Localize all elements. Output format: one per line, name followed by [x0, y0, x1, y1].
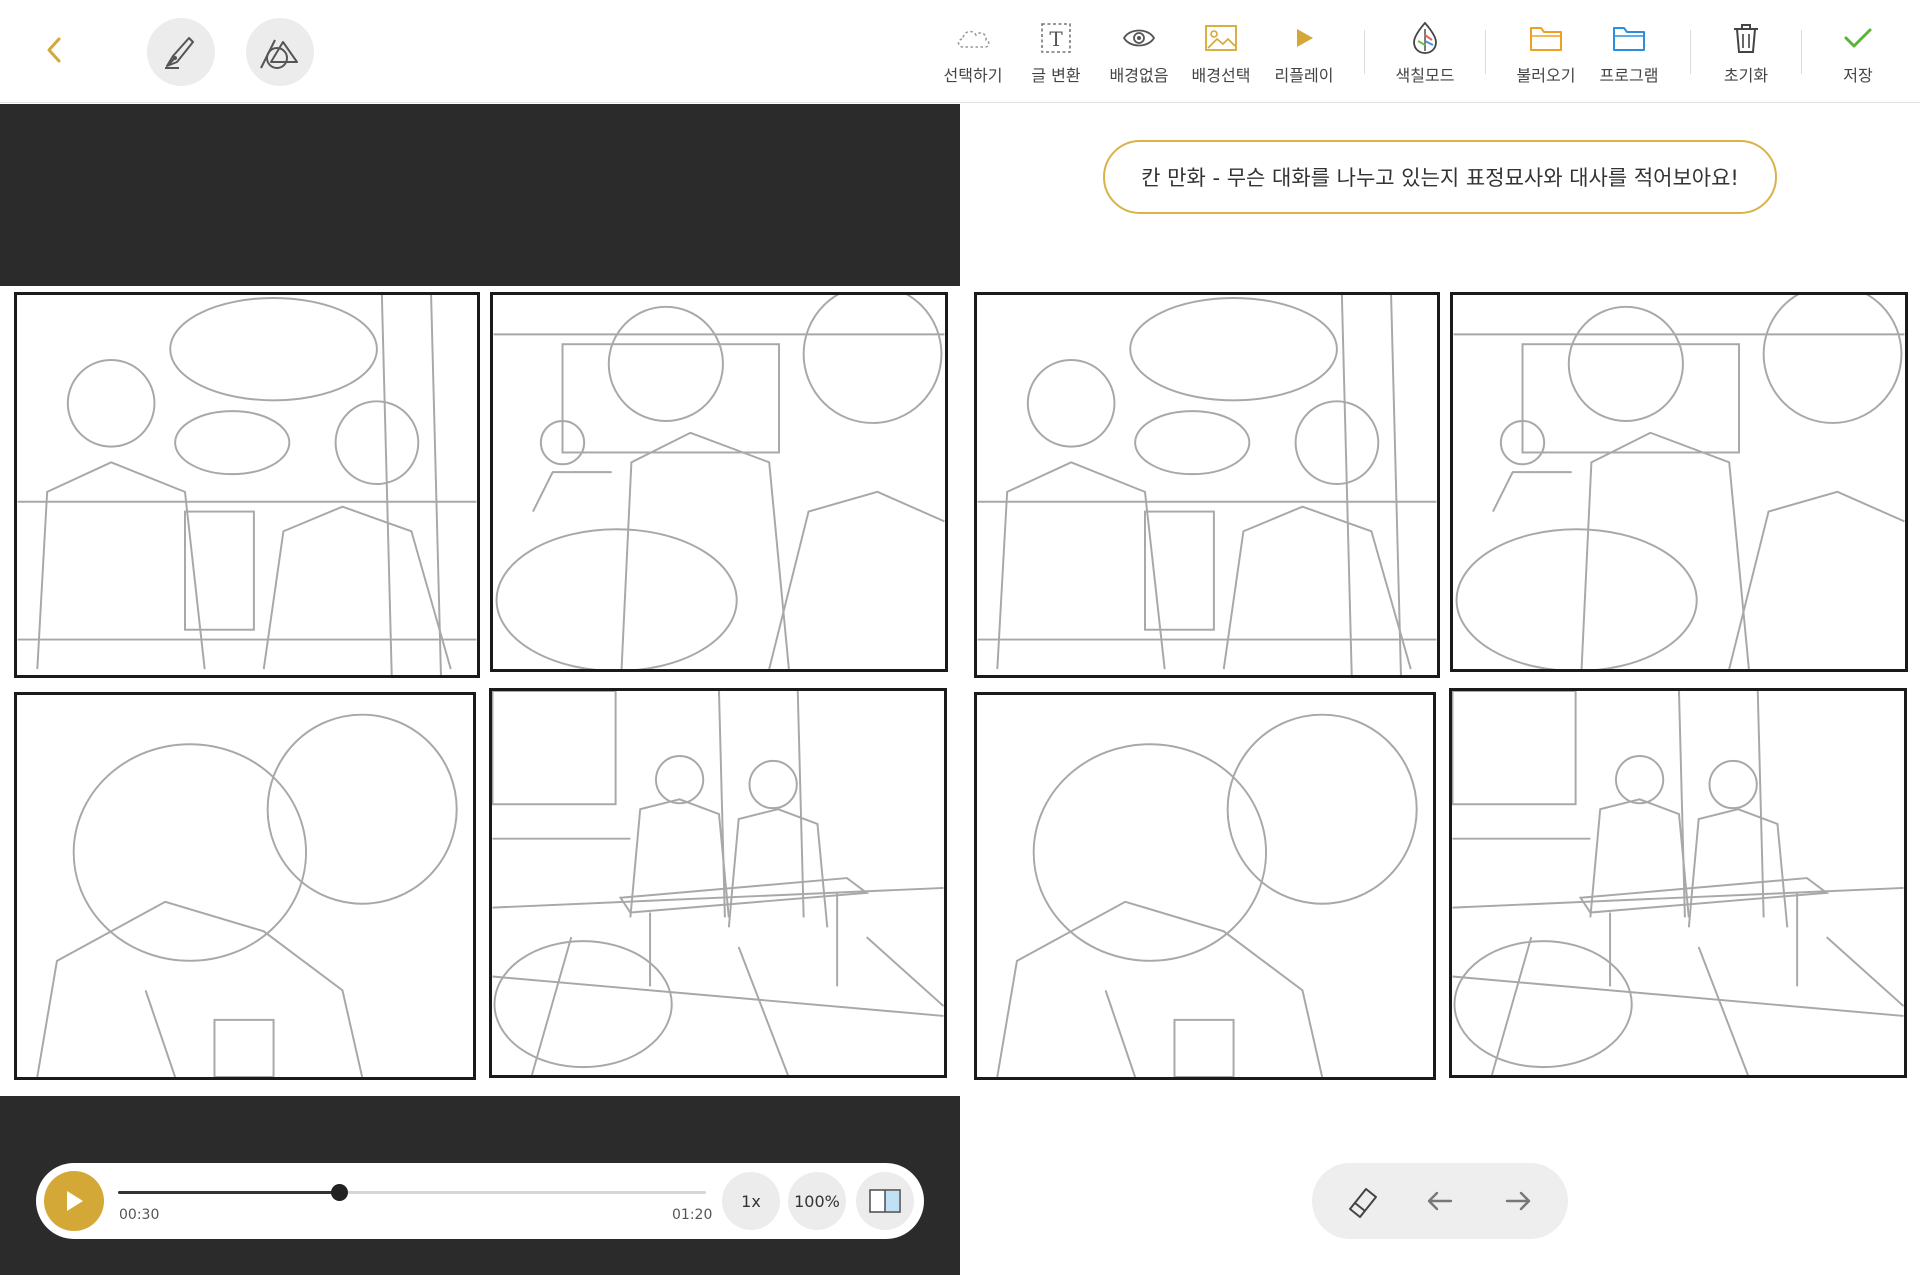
color-mode-tool[interactable]: 색칠모드	[1387, 20, 1463, 90]
select-tool-label: 선택하기	[943, 66, 1003, 85]
text-convert-tool[interactable]: T 글 변환	[1018, 20, 1094, 90]
redo-button[interactable]	[1496, 1179, 1540, 1223]
prompt-banner: 칸 만화 - 무슨 대화를 나누고 있는지 표정묘사와 대사를 적어보아요!	[1103, 140, 1777, 214]
replay-tool[interactable]: 리플레이	[1266, 20, 1342, 90]
save-tool[interactable]: 저장	[1820, 20, 1896, 90]
replay-player: 00:30 01:20 1x 100%	[36, 1163, 924, 1239]
replay-comic-sheet	[0, 286, 960, 1096]
text-box-icon: T	[1041, 23, 1071, 53]
text-convert-label: 글 변환	[1031, 66, 1081, 85]
canvas-panel-2[interactable]	[1450, 292, 1908, 672]
panel-drawing	[977, 295, 1437, 675]
shape-tool-button[interactable]	[246, 18, 314, 86]
eye-icon	[1122, 29, 1156, 47]
load-tool[interactable]: 불러오기	[1508, 20, 1584, 90]
arrow-left-icon	[1427, 1191, 1453, 1211]
folder-orange-icon	[1530, 27, 1562, 51]
arrow-right-icon	[1505, 1191, 1531, 1211]
split-view-icon	[869, 1189, 901, 1213]
play-triangle-icon	[1297, 29, 1313, 47]
panel-drawing	[1453, 295, 1905, 669]
background-select-tool[interactable]: 배경선택	[1183, 20, 1259, 90]
eraser-icon	[1349, 1188, 1377, 1218]
prompt-text: 칸 만화 - 무슨 대화를 나누고 있는지 표정묘사와 대사를 적어보아요!	[1141, 166, 1739, 190]
chevron-left-icon	[47, 37, 61, 63]
color-mode-label: 색칠모드	[1395, 66, 1455, 85]
color-drop-icon	[1413, 21, 1437, 54]
image-icon	[1205, 25, 1237, 51]
edit-controls	[1312, 1163, 1568, 1239]
panel-drawing	[996, 713, 1418, 1077]
save-label: 저장	[1843, 66, 1873, 85]
pen-tool-button[interactable]	[147, 18, 215, 86]
panel-drawing	[493, 295, 945, 669]
back-button[interactable]	[34, 30, 74, 70]
toolbar-divider	[1364, 30, 1365, 74]
replay-label: 리플레이	[1274, 66, 1334, 85]
panel-drawing	[1452, 691, 1904, 1075]
no-background-tool[interactable]: 배경없음	[1101, 20, 1177, 90]
toolbar-divider	[1801, 30, 1802, 74]
current-time: 00:30	[119, 1207, 160, 1223]
no-background-label: 배경없음	[1109, 66, 1169, 85]
canvas-panel-3[interactable]	[974, 692, 1436, 1080]
comic-panel-4	[489, 688, 947, 1078]
progress-fill	[118, 1191, 339, 1194]
comic-panel-1	[14, 292, 480, 678]
folder-blue-icon	[1613, 27, 1645, 51]
canvas-panel-4[interactable]	[1449, 688, 1907, 1078]
toolbar-divider	[1485, 30, 1486, 74]
shapes-icon	[260, 39, 298, 69]
drawing-comic-sheet	[960, 286, 1920, 1096]
zoom-button[interactable]: 100%	[788, 1172, 846, 1230]
canvas-panel-1[interactable]	[974, 292, 1440, 678]
program-tool[interactable]: 프로그램	[1591, 20, 1667, 90]
select-tool[interactable]: 선택하기	[935, 20, 1011, 90]
panel-drawing	[17, 295, 477, 675]
layout-button[interactable]	[856, 1172, 914, 1230]
reset-tool[interactable]: 초기화	[1708, 20, 1784, 90]
panel-drawing	[36, 713, 458, 1077]
speed-button[interactable]: 1x	[722, 1172, 780, 1230]
eraser-button[interactable]	[1340, 1179, 1384, 1223]
reset-label: 초기화	[1723, 66, 1769, 85]
progress-knob[interactable]	[330, 1184, 348, 1201]
load-label: 불러오기	[1516, 66, 1576, 85]
background-select-label: 배경선택	[1191, 66, 1251, 85]
undo-button[interactable]	[1418, 1179, 1462, 1223]
comic-panel-3	[14, 692, 476, 1080]
total-time: 01:20	[672, 1207, 713, 1223]
top-toolbar: 선택하기 T 글 변환 배경없음 배경선택 리플레이 색칠모드 불러오기 프로그…	[0, 0, 1920, 103]
checkmark-icon	[1844, 28, 1872, 48]
toolbar-divider	[1690, 30, 1691, 74]
svg-text:T: T	[1049, 27, 1063, 51]
pen-nib-icon	[165, 37, 194, 69]
progress-track[interactable]	[118, 1184, 706, 1201]
program-label: 프로그램	[1599, 66, 1659, 85]
trash-icon	[1734, 24, 1758, 53]
play-button[interactable]	[44, 1171, 104, 1231]
cloud-outline-icon	[957, 30, 990, 48]
panel-drawing	[492, 691, 944, 1075]
comic-panel-2	[490, 292, 948, 672]
play-icon	[67, 1191, 83, 1211]
